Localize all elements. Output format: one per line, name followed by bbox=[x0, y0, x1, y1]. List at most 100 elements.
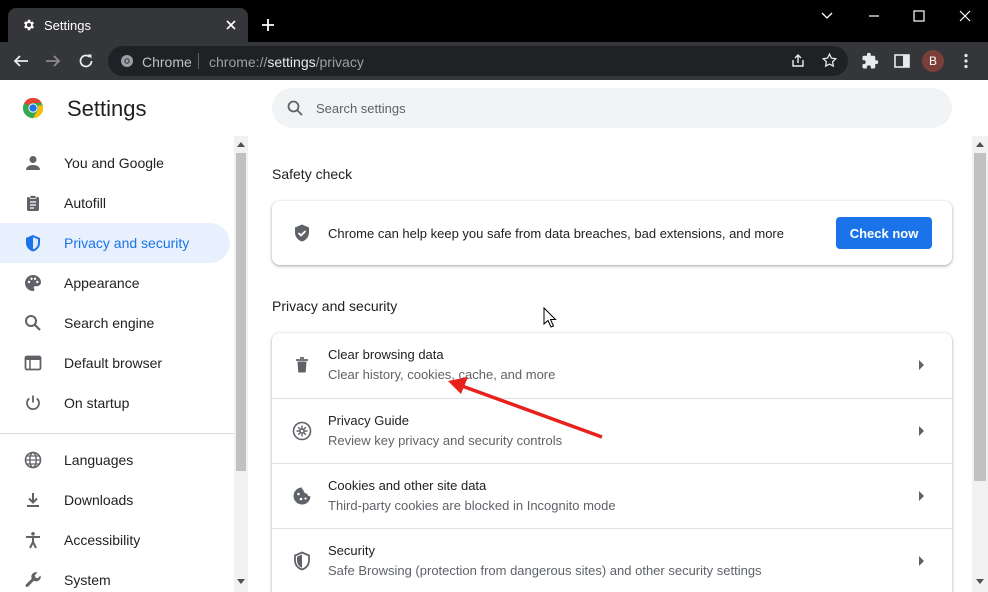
page-title: Settings bbox=[67, 96, 147, 121]
maximize-icon[interactable] bbox=[909, 8, 929, 24]
trash-icon bbox=[296, 357, 308, 373]
chevron-right-icon bbox=[919, 360, 924, 370]
security-shield-icon bbox=[294, 551, 310, 571]
share-icon[interactable] bbox=[790, 53, 806, 69]
sidebar-item-on-startup[interactable]: On startup bbox=[0, 383, 230, 423]
browser-window: Settings Chrome chrome://settings/privac… bbox=[0, 0, 988, 592]
settings-page: Settings You and Google Autofill Privacy… bbox=[0, 80, 988, 592]
sidebar-item-label: Languages bbox=[64, 452, 134, 468]
safety-check-description: Chrome can help keep you safe from data … bbox=[328, 226, 784, 241]
sidebar-item-label: Appearance bbox=[64, 275, 140, 291]
sidebar-item-search-engine[interactable]: Search engine bbox=[0, 303, 230, 343]
new-tab-icon[interactable] bbox=[260, 17, 276, 33]
chevron-right-icon bbox=[919, 426, 924, 436]
close-icon[interactable] bbox=[224, 18, 238, 32]
sidebar-item-label: You and Google bbox=[64, 155, 164, 171]
clipboard-icon bbox=[27, 195, 39, 211]
row-subtitle: Safe Browsing (protection from dangerous… bbox=[328, 563, 762, 578]
window-close-icon[interactable] bbox=[955, 8, 975, 24]
cookie-icon bbox=[293, 487, 311, 505]
search-input[interactable] bbox=[316, 88, 936, 128]
safety-check-card: Chrome can help keep you safe from data … bbox=[272, 201, 952, 265]
sidebar-item-downloads[interactable]: Downloads bbox=[0, 480, 230, 520]
scroll-down-arrow-icon[interactable] bbox=[237, 579, 245, 584]
accessibility-icon bbox=[26, 532, 40, 549]
sidebar-item-label: System bbox=[64, 572, 111, 588]
reload-icon[interactable] bbox=[77, 52, 95, 70]
row-subtitle: Third-party cookies are blocked in Incog… bbox=[328, 498, 616, 513]
tab-title: Settings bbox=[44, 18, 91, 33]
search-icon bbox=[287, 100, 303, 116]
power-icon bbox=[26, 395, 40, 410]
url-host: settings bbox=[267, 54, 316, 70]
row-title: Clear browsing data bbox=[328, 347, 444, 362]
omnibox-separator bbox=[198, 53, 199, 69]
chevron-down-icon[interactable] bbox=[817, 8, 837, 24]
section-title-privacy-and-security: Privacy and security bbox=[272, 298, 398, 314]
search-icon bbox=[25, 315, 41, 331]
forward-arrow-icon[interactable] bbox=[44, 52, 62, 70]
star-icon[interactable] bbox=[821, 52, 838, 69]
tab-strip: Settings bbox=[0, 0, 988, 42]
download-icon bbox=[27, 493, 39, 507]
toolbar: Chrome chrome://settings/privacy B bbox=[0, 42, 988, 80]
row-privacy-guide[interactable]: Privacy Guide Review key privacy and sec… bbox=[272, 398, 952, 463]
sidebar-item-label: Privacy and security bbox=[64, 235, 190, 251]
sidebar-item-accessibility[interactable]: Accessibility bbox=[0, 520, 230, 560]
browser-window-icon bbox=[24, 355, 42, 371]
row-subtitle: Review key privacy and security controls bbox=[328, 433, 563, 448]
chrome-site-icon[interactable] bbox=[120, 54, 134, 68]
scroll-up-arrow-icon[interactable] bbox=[237, 142, 245, 147]
site-chip-label: Chrome bbox=[142, 54, 192, 70]
safety-shield-icon bbox=[295, 224, 309, 242]
url-path: /privacy bbox=[315, 54, 364, 70]
row-title: Security bbox=[328, 543, 375, 558]
row-subtitle: Clear history, cookies, cache, and more bbox=[328, 367, 556, 382]
section-title-safety-check: Safety check bbox=[272, 166, 353, 182]
url-text: chrome://settings/privacy bbox=[209, 54, 364, 70]
palette-icon bbox=[25, 275, 41, 291]
tab-settings[interactable]: Settings bbox=[8, 8, 248, 42]
row-clear-browsing-data[interactable]: Clear browsing data Clear history, cooki… bbox=[272, 333, 952, 398]
sidebar-item-label: On startup bbox=[64, 395, 130, 411]
globe-icon bbox=[24, 451, 42, 469]
sidebar-item-autofill[interactable]: Autofill bbox=[0, 183, 230, 223]
compass-icon bbox=[292, 421, 312, 441]
chevron-right-icon bbox=[919, 556, 924, 566]
main-scrollbar-thumb[interactable] bbox=[974, 153, 986, 481]
sidebar-item-label: Accessibility bbox=[64, 532, 141, 548]
row-cookies-and-site-data[interactable]: Cookies and other site data Third-party … bbox=[272, 463, 952, 528]
row-security[interactable]: Security Safe Browsing (protection from … bbox=[272, 528, 952, 592]
chevron-right-icon bbox=[919, 491, 924, 501]
scroll-up-arrow-icon[interactable] bbox=[976, 142, 984, 147]
row-title: Cookies and other site data bbox=[328, 478, 487, 493]
sidebar-item-privacy-and-security[interactable]: Privacy and security bbox=[0, 223, 230, 263]
sidebar-item-label: Downloads bbox=[64, 492, 134, 508]
sidebar-item-languages[interactable]: Languages bbox=[0, 440, 230, 480]
side-panel-icon[interactable] bbox=[893, 52, 911, 70]
back-arrow-icon[interactable] bbox=[12, 52, 30, 70]
kebab-menu-icon[interactable] bbox=[957, 52, 975, 70]
url-scheme: chrome:// bbox=[209, 54, 268, 70]
gear-icon bbox=[23, 19, 35, 31]
minimize-icon[interactable] bbox=[864, 8, 884, 24]
check-now-button[interactable]: Check now bbox=[836, 217, 932, 249]
sidebar-item-you-and-google[interactable]: You and Google bbox=[0, 143, 230, 183]
address-bar[interactable]: Chrome chrome://settings/privacy bbox=[108, 46, 848, 76]
scroll-down-arrow-icon[interactable] bbox=[976, 579, 984, 584]
sidebar-item-label: Autofill bbox=[64, 195, 107, 211]
sidebar-item-default-browser[interactable]: Default browser bbox=[0, 343, 230, 383]
sidebar-divider bbox=[0, 433, 234, 434]
sidebar-item-appearance[interactable]: Appearance bbox=[0, 263, 230, 303]
sidebar-item-label: Default browser bbox=[64, 355, 163, 371]
sidebar-scrollbar-thumb[interactable] bbox=[236, 153, 246, 471]
sidebar-item-label: Search engine bbox=[64, 315, 155, 331]
wrench-icon bbox=[25, 572, 41, 587]
row-title: Privacy Guide bbox=[328, 413, 409, 428]
shield-icon bbox=[26, 235, 40, 252]
extensions-puzzle-icon[interactable] bbox=[861, 52, 879, 70]
sidebar-item-system[interactable]: System bbox=[0, 560, 230, 592]
search-box[interactable] bbox=[272, 88, 952, 128]
profile-avatar[interactable]: B bbox=[922, 50, 944, 72]
privacy-card: Clear browsing data Clear history, cooki… bbox=[272, 333, 952, 592]
